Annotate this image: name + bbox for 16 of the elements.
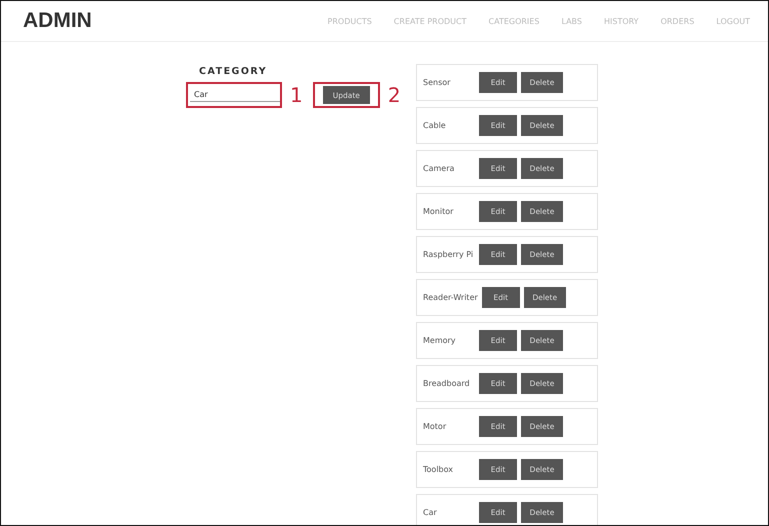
category-name: Cable [423,120,447,132]
category-name: Memory [423,334,457,346]
category-name: Toolbox [423,464,454,476]
category-heading: CATEGORY [199,66,268,77]
admin-logo[interactable]: ADMIN [23,9,92,33]
category-input[interactable]: Car [190,88,282,102]
category-name: Breadboard [423,378,471,390]
category-name: Monitor [423,206,454,218]
callout-number: 2 [388,83,401,107]
category-name: Sensor [423,76,452,88]
category-name: Reader-Writer [423,292,478,304]
category-name: Camera [423,162,456,174]
category-name: Car [423,506,438,518]
category-name: Motor [423,420,448,432]
callout-number: 1 [290,83,303,107]
category-name: Raspberry Pi [423,248,474,260]
